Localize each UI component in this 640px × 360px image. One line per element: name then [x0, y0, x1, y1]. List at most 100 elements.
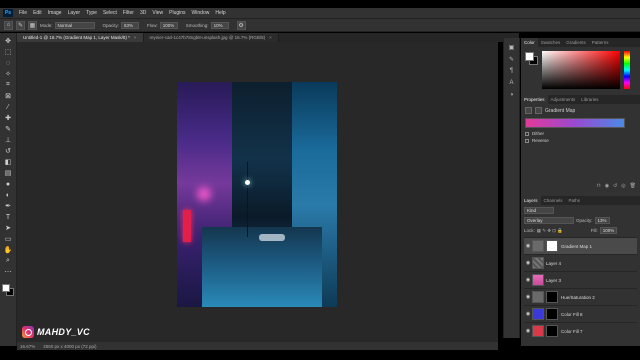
- tab-paths[interactable]: Paths: [566, 196, 584, 205]
- dither-checkbox[interactable]: [525, 131, 529, 136]
- brush-tool-icon[interactable]: ✎: [3, 124, 13, 134]
- gear-icon[interactable]: ⚙: [236, 20, 246, 30]
- reset-icon[interactable]: ↺: [613, 183, 617, 189]
- quick-select-tool-icon[interactable]: ✧: [3, 69, 13, 79]
- tab-libraries[interactable]: Libraries: [578, 95, 601, 104]
- opacity-field[interactable]: 63%: [121, 21, 140, 29]
- mask-icon[interactable]: [535, 107, 542, 114]
- menu-select[interactable]: Select: [100, 10, 120, 16]
- tab-color[interactable]: Color: [521, 38, 538, 47]
- layer-3[interactable]: ◉ Layer 3: [524, 271, 637, 288]
- layer-mask-thumbnail[interactable]: [546, 325, 558, 337]
- layer-name[interactable]: Gradient Map 1: [561, 244, 592, 249]
- fill-field[interactable]: 100%: [599, 227, 618, 234]
- menu-filter[interactable]: Filter: [120, 10, 137, 16]
- history-panel-icon[interactable]: ▣: [507, 42, 517, 52]
- move-tool-icon[interactable]: ✥: [3, 36, 13, 46]
- layer-opacity-field[interactable]: 13%: [594, 217, 610, 224]
- layer-4[interactable]: ◉ Layer 4: [524, 254, 637, 271]
- foreground-color-chip[interactable]: [525, 52, 534, 61]
- adjustments-panel-icon[interactable]: ◑: [507, 90, 517, 100]
- layer-color-fill-7[interactable]: ◉ Color Fill 7: [524, 322, 637, 339]
- tab-gradients[interactable]: Gradients: [563, 38, 589, 47]
- eyedropper-tool-icon[interactable]: ⁄: [3, 102, 13, 112]
- menu-view[interactable]: View: [149, 10, 166, 16]
- flow-field[interactable]: 100%: [159, 21, 178, 29]
- layer-mask-thumbnail[interactable]: [546, 240, 558, 252]
- shape-tool-icon[interactable]: ▭: [3, 234, 13, 244]
- more-tools-icon[interactable]: ⋯: [3, 267, 13, 277]
- close-icon[interactable]: ×: [269, 35, 272, 40]
- color-picker-field[interactable]: [542, 51, 620, 89]
- tab-adjustments[interactable]: Adjustments: [548, 95, 579, 104]
- tab-unsplash-photo[interactable]: reynier-carl-1c47b78ngb8-unsplash.jpg @ …: [143, 33, 279, 42]
- menu-edit[interactable]: Edit: [30, 10, 45, 16]
- visibility-eye-icon[interactable]: ◉: [524, 328, 532, 334]
- menu-window[interactable]: Window: [189, 10, 213, 16]
- gradient-tool-icon[interactable]: ▤: [3, 168, 13, 178]
- zoom-level[interactable]: 16.67%: [20, 344, 35, 349]
- layer-hue-saturation-2[interactable]: ◉ Hue/Saturation 2: [524, 288, 637, 305]
- visibility-eye-icon[interactable]: ◉: [524, 260, 532, 266]
- layer-name[interactable]: Color Fill 8: [561, 312, 583, 317]
- document-artwork[interactable]: [177, 82, 337, 307]
- brush-panel-icon[interactable]: ✎: [507, 54, 517, 64]
- brush-settings-icon[interactable]: ▦: [28, 20, 37, 30]
- gradient-map-preview[interactable]: [525, 118, 625, 128]
- pen-tool-icon[interactable]: ✒: [3, 201, 13, 211]
- clip-icon[interactable]: ⊓: [597, 183, 601, 189]
- blend-mode-select[interactable]: Overlay: [524, 217, 574, 224]
- menu-help[interactable]: Help: [212, 10, 228, 16]
- paragraph-panel-icon[interactable]: ¶: [507, 66, 517, 76]
- tab-swatches[interactable]: Swatches: [538, 38, 564, 47]
- tab-channels[interactable]: Channels: [541, 196, 566, 205]
- hue-slider[interactable]: [624, 51, 630, 89]
- tab-layers[interactable]: Layers: [521, 196, 541, 205]
- dither-option[interactable]: Dither: [525, 131, 636, 136]
- frame-tool-icon[interactable]: ⊠: [3, 91, 13, 101]
- type-tool-icon[interactable]: T: [3, 212, 13, 222]
- brush-preset-icon[interactable]: ✎: [16, 20, 25, 30]
- visibility-icon[interactable]: ◎: [621, 183, 625, 189]
- lock-icons[interactable]: ▦ ✎ ✥ ⊡ 🔒: [537, 228, 589, 234]
- foreground-color-swatch[interactable]: [2, 284, 10, 292]
- layer-mask-thumbnail[interactable]: [546, 308, 558, 320]
- layer-name[interactable]: Layer 3: [546, 278, 561, 283]
- visibility-eye-icon[interactable]: ◉: [524, 294, 532, 300]
- menu-image[interactable]: Image: [45, 10, 65, 16]
- visibility-eye-icon[interactable]: ◉: [524, 311, 532, 317]
- lasso-tool-icon[interactable]: ◌: [3, 58, 13, 68]
- layer-gradient-map-1[interactable]: ◉ Gradient Map 1: [524, 237, 637, 254]
- layer-name[interactable]: Color Fill 7: [561, 329, 583, 334]
- view-previous-icon[interactable]: ◉: [605, 183, 609, 189]
- canvas-area[interactable]: [17, 42, 498, 342]
- marquee-tool-icon[interactable]: ⬚: [3, 47, 13, 57]
- home-icon[interactable]: ⌂: [4, 20, 13, 30]
- trash-icon[interactable]: 🗑: [630, 183, 636, 189]
- dodge-tool-icon[interactable]: ◐: [3, 190, 13, 200]
- mode-select[interactable]: Normal: [54, 21, 95, 29]
- clone-stamp-tool-icon[interactable]: ⊥: [3, 135, 13, 145]
- visibility-eye-icon[interactable]: ◉: [524, 243, 532, 249]
- menu-plugins[interactable]: Plugins: [166, 10, 188, 16]
- history-brush-tool-icon[interactable]: ↺: [3, 146, 13, 156]
- reverse-option[interactable]: Reverse: [525, 138, 636, 143]
- tab-properties[interactable]: Properties: [521, 95, 548, 104]
- close-icon[interactable]: ×: [134, 35, 137, 40]
- smoothing-field[interactable]: 10%: [210, 21, 229, 29]
- layer-mask-thumbnail[interactable]: [546, 291, 558, 303]
- menu-layer[interactable]: Layer: [65, 10, 84, 16]
- path-select-tool-icon[interactable]: ➤: [3, 223, 13, 233]
- eraser-tool-icon[interactable]: ◧: [3, 157, 13, 167]
- reverse-checkbox[interactable]: [525, 138, 529, 143]
- tab-patterns[interactable]: Patterns: [589, 38, 612, 47]
- layer-name[interactable]: Hue/Saturation 2: [561, 295, 595, 300]
- menu-file[interactable]: File: [16, 10, 30, 16]
- layer-name[interactable]: Layer 4: [546, 261, 561, 266]
- tab-untitled-1[interactable]: Untitled-1 @ 16.7% (Gradient Map 1, Laye…: [17, 33, 144, 42]
- color-swatches[interactable]: [2, 284, 14, 296]
- menu-3d[interactable]: 3D: [137, 10, 149, 16]
- character-panel-icon[interactable]: A: [507, 78, 517, 88]
- healing-brush-tool-icon[interactable]: ✚: [3, 113, 13, 123]
- visibility-eye-icon[interactable]: ◉: [524, 277, 532, 283]
